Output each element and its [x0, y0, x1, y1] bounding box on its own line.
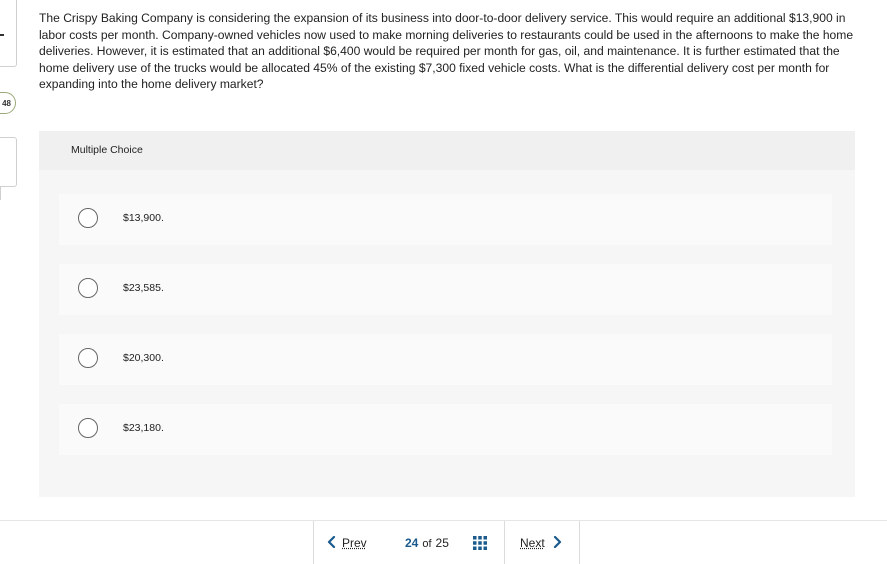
quiz-page: 48 The Crispy Baking Company is consider…	[0, 0, 887, 564]
choice-option-1[interactable]: $13,900.	[59, 194, 832, 245]
next-label: Next	[520, 535, 545, 550]
chevron-right-icon	[553, 535, 562, 550]
radio-button[interactable]	[78, 208, 98, 228]
prev-button[interactable]: Prev	[327, 535, 367, 550]
nav-divider	[313, 521, 314, 564]
choice-option-4[interactable]: $23,180.	[59, 404, 832, 455]
multiple-choice-title: Multiple Choice	[71, 144, 143, 156]
choice-label: $23,585.	[123, 282, 164, 294]
chevron-left-icon	[327, 535, 336, 550]
grid-icon[interactable]	[473, 536, 487, 550]
current-page: 24	[405, 536, 419, 550]
multiple-choice-header: Multiple Choice	[39, 131, 855, 170]
choice-option-3[interactable]: $20,300.	[59, 334, 832, 385]
question-number-badge[interactable]: 48	[0, 92, 16, 114]
choice-label: $20,300.	[123, 352, 164, 364]
total-pages: 25	[435, 536, 449, 550]
page-of-label: of	[422, 538, 432, 550]
prev-label: Prev	[342, 535, 367, 550]
nav-divider	[579, 521, 580, 564]
radio-button[interactable]	[78, 348, 98, 368]
question-navigation: Prev 24 of 25 Next	[313, 521, 580, 564]
radio-button[interactable]	[78, 278, 98, 298]
question-text: The Crispy Baking Company is considering…	[39, 11, 854, 91]
tick-mark	[0, 34, 4, 36]
left-question-rail: 48	[0, 0, 18, 200]
multiple-choice-panel: Multiple Choice $13,900. $23,585. $20,30…	[39, 131, 855, 497]
choice-option-2[interactable]: $23,585.	[59, 264, 832, 315]
radio-button[interactable]	[78, 418, 98, 438]
nav-divider	[504, 521, 505, 564]
question-tab[interactable]	[0, 137, 17, 187]
rail-divider	[0, 186, 1, 200]
choice-label: $23,180.	[123, 422, 164, 434]
next-button[interactable]: Next	[520, 535, 562, 550]
page-indicator: 24 of 25	[405, 536, 449, 550]
choice-label: $13,900.	[123, 212, 164, 224]
